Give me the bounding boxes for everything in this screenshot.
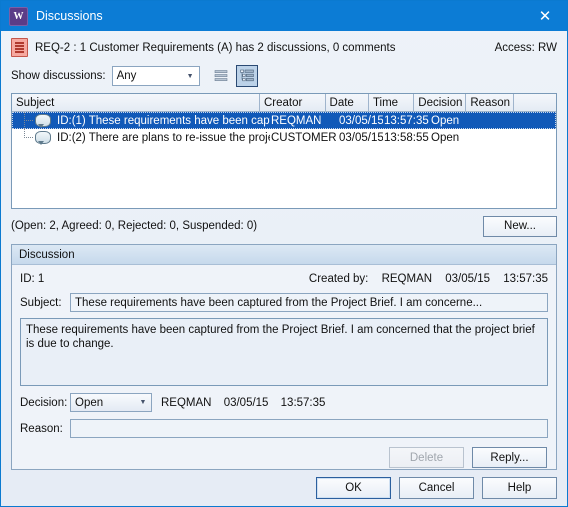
chevron-down-icon[interactable]: ▼: [182, 67, 199, 85]
ok-button[interactable]: OK: [316, 477, 391, 499]
dialog-footer: OK Cancel Help: [1, 470, 567, 506]
discussion-body-text[interactable]: These requirements have been captured fr…: [20, 318, 548, 386]
created-by-user: REQMAN: [381, 273, 433, 285]
table-row[interactable]: ID:(2) There are plans to re-issue the p…: [12, 129, 556, 146]
flat-list-view-icon: [214, 70, 227, 82]
column-header-spacer: [514, 94, 556, 111]
decision-user: REQMAN: [161, 396, 212, 409]
decision-time: 13:57:35: [280, 396, 326, 409]
object-summary-text: REQ-2 : 1 Customer Requirements (A) has …: [35, 41, 396, 54]
object-summary-row: REQ-2 : 1 Customer Requirements (A) has …: [11, 38, 557, 57]
reason-label: Reason:: [20, 422, 63, 435]
discussion-created-meta: Created by: REQMAN 03/05/15 13:57:35: [299, 273, 548, 285]
w-logo-icon: W: [9, 6, 28, 26]
filter-row: Show discussions: Any ▼: [11, 65, 557, 87]
discussion-id-row: ID: 1 Created by: REQMAN 03/05/15 13:57:…: [20, 271, 548, 287]
cancel-button[interactable]: Cancel: [399, 477, 474, 499]
discussion-bubble-icon: [35, 131, 51, 145]
access-label: Access: RW: [494, 41, 557, 54]
decision-value: Open: [75, 396, 104, 409]
cell-subject: ID:(1) These requirements have been capt…: [57, 114, 270, 127]
discussion-group: Discussion ID: 1 Created by: REQMAN 03/0…: [11, 244, 557, 470]
discussion-id: ID: 1: [20, 273, 45, 285]
decision-date: 03/05/15: [223, 396, 269, 409]
cell-time: 13:58:55: [384, 131, 429, 144]
cell-time: 13:57:35: [384, 114, 429, 127]
column-header-decision[interactable]: Decision: [414, 94, 467, 111]
discussion-bubble-icon: [35, 114, 51, 128]
document-icon: [11, 38, 28, 57]
delete-button[interactable]: Delete: [389, 447, 464, 468]
show-discussions-value: Any: [116, 70, 137, 82]
cell-date: 03/05/15: [339, 114, 383, 127]
new-button[interactable]: New...: [483, 215, 557, 237]
window-title: Discussions: [36, 9, 103, 23]
cell-date: 03/05/15: [339, 131, 383, 144]
discussion-group-title: Discussion: [12, 245, 556, 265]
subject-field[interactable]: These requirements have been captured fr…: [70, 293, 548, 312]
flat-list-view-button[interactable]: [210, 65, 232, 87]
header-area: REQ-2 : 1 Customer Requirements (A) has …: [1, 31, 567, 87]
discussions-list[interactable]: Subject Creator Date Time Decision Reaso…: [11, 93, 557, 209]
column-header-reason[interactable]: Reason: [466, 94, 514, 111]
tree-connector: [12, 112, 56, 129]
discussion-actions: Delete Reply...: [20, 447, 548, 468]
tree-connector: [12, 129, 56, 146]
decision-label: Decision:: [20, 396, 68, 409]
tree-list-view-icon: [239, 69, 254, 82]
list-column-headers: Subject Creator Date Time Decision Reaso…: [12, 94, 556, 112]
title-bar: W Discussions ✕: [1, 1, 567, 31]
reply-button[interactable]: Reply...: [472, 447, 547, 468]
created-by-label: Created by:: [308, 273, 369, 285]
cell-subject: ID:(2) There are plans to re-issue the p…: [57, 131, 270, 144]
list-rows: ID:(1) These requirements have been capt…: [12, 112, 556, 146]
decision-row: Decision: Open ▼ REQMAN 03/05/15 13:57:3…: [20, 393, 548, 412]
created-time: 13:57:35: [503, 273, 548, 285]
table-row[interactable]: ID:(1) These requirements have been capt…: [12, 112, 556, 129]
column-header-creator[interactable]: Creator: [260, 94, 326, 111]
subject-label: Subject:: [20, 296, 62, 309]
help-button[interactable]: Help: [482, 477, 557, 499]
chevron-down-icon[interactable]: ▼: [135, 399, 151, 406]
cell-decision: Open: [431, 114, 460, 127]
discussions-dialog: W Discussions ✕ REQ-2 : 1 Customer Requi…: [0, 0, 568, 507]
reason-field[interactable]: [70, 419, 548, 438]
discussion-group-body: ID: 1 Created by: REQMAN 03/05/15 13:57:…: [12, 265, 556, 469]
show-discussions-select[interactable]: Any ▼: [111, 66, 200, 86]
created-date: 03/05/15: [445, 273, 491, 285]
view-toggle-group: [210, 65, 258, 87]
column-header-subject[interactable]: Subject: [12, 94, 260, 111]
decision-select[interactable]: Open ▼: [70, 393, 152, 412]
counts-row: (Open: 2, Agreed: 0, Rejected: 0, Suspen…: [11, 214, 557, 238]
close-icon[interactable]: ✕: [523, 1, 567, 31]
reason-row: Reason:: [20, 419, 548, 438]
subject-row: Subject: These requirements have been ca…: [20, 293, 548, 312]
cell-creator: CUSTOMER: [271, 131, 337, 144]
show-discussions-label: Show discussions:: [11, 70, 106, 82]
cell-decision: Open: [431, 131, 460, 144]
column-header-time[interactable]: Time: [369, 94, 415, 111]
decision-meta: REQMAN 03/05/15 13:57:35: [161, 397, 334, 409]
tree-list-view-button[interactable]: [235, 65, 258, 87]
cell-creator: REQMAN: [271, 114, 322, 127]
column-header-date[interactable]: Date: [326, 94, 369, 111]
status-counts: (Open: 2, Agreed: 0, Rejected: 0, Suspen…: [11, 220, 258, 232]
